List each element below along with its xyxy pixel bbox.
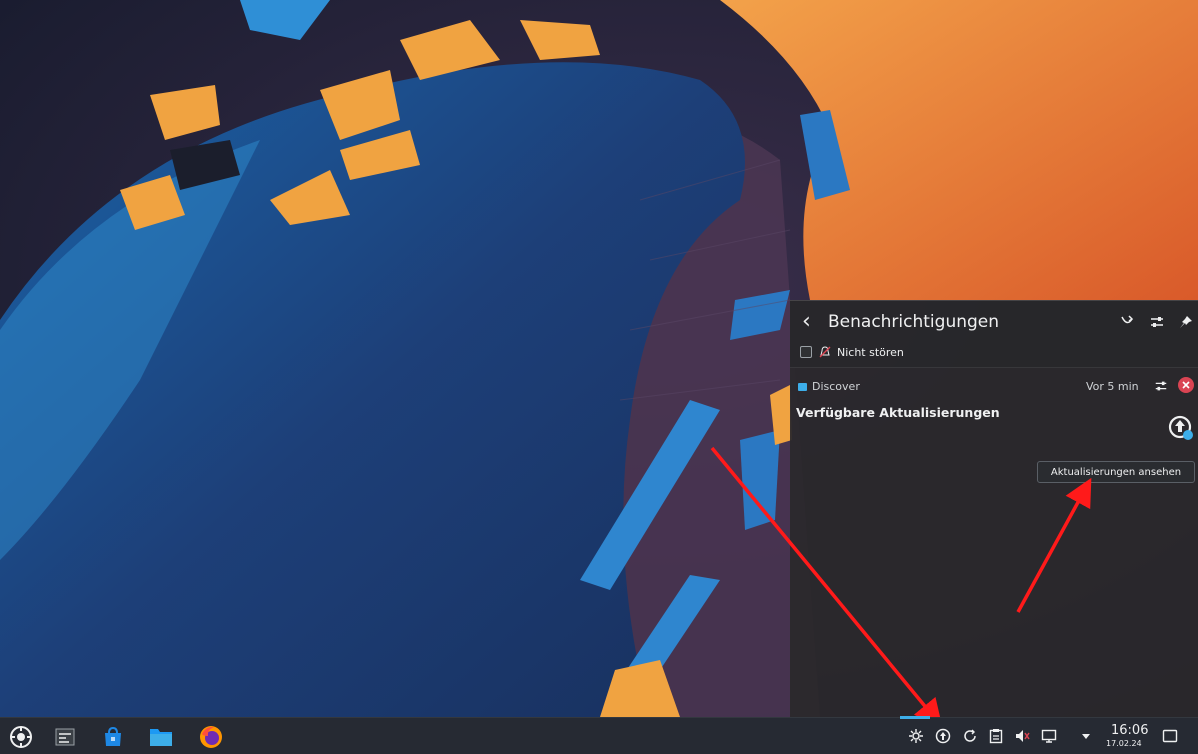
dnd-checkbox[interactable] <box>800 346 812 358</box>
firefox-icon[interactable] <box>196 722 226 752</box>
notification-title: Verfügbare Aktualisierungen <box>796 405 1000 420</box>
show-desktop-icon[interactable] <box>1162 727 1178 745</box>
clock-date[interactable]: 17.02.24 <box>1106 739 1142 749</box>
notification-popup: ‹ Benachrichtigungen Nicht stören Discov… <box>790 300 1198 717</box>
clear-history-icon[interactable] <box>1116 311 1138 333</box>
tray-expander-icon[interactable] <box>1078 727 1094 745</box>
pin-icon[interactable] <box>1175 311 1197 333</box>
do-not-disturb-toggle[interactable]: Nicht stören <box>800 343 904 361</box>
notification-item[interactable]: Discover Vor 5 min Verfügbare Aktualisie… <box>790 367 1198 447</box>
notification-app-name: Discover <box>812 380 860 393</box>
notification-time: Vor 5 min <box>1086 380 1139 393</box>
bell-off-icon <box>818 345 832 359</box>
notification-close-icon[interactable] <box>1178 377 1194 393</box>
sync-icon[interactable] <box>962 727 978 745</box>
task-manager-icon[interactable] <box>50 722 80 752</box>
back-button[interactable]: ‹ <box>802 309 820 335</box>
update-notifier-icon[interactable] <box>935 727 951 745</box>
notification-configure-icon[interactable] <box>1152 377 1170 395</box>
discover-store-icon[interactable] <box>98 722 128 752</box>
volume-muted-icon[interactable] <box>1014 727 1030 745</box>
active-tray-indicator <box>900 716 930 719</box>
taskbar-panel: 16:06 17.02.24 <box>0 716 1198 754</box>
action-tooltip: Aktualisierungen ansehen <box>1037 461 1195 483</box>
application-launcher-icon[interactable] <box>6 722 36 752</box>
dnd-label: Nicht stören <box>837 345 904 359</box>
configure-icon[interactable] <box>1146 311 1168 333</box>
display-icon[interactable] <box>1041 727 1057 745</box>
file-manager-icon[interactable] <box>146 722 176 752</box>
settings-gear-icon[interactable] <box>908 727 924 745</box>
update-available-icon[interactable] <box>1168 413 1196 443</box>
popup-title: Benachrichtigungen <box>828 312 1000 332</box>
popup-header: ‹ Benachrichtigungen Nicht stören <box>790 301 1198 368</box>
clipboard-icon[interactable] <box>988 727 1004 745</box>
discover-app-icon <box>798 383 807 391</box>
clock-time[interactable]: 16:06 <box>1111 723 1148 738</box>
